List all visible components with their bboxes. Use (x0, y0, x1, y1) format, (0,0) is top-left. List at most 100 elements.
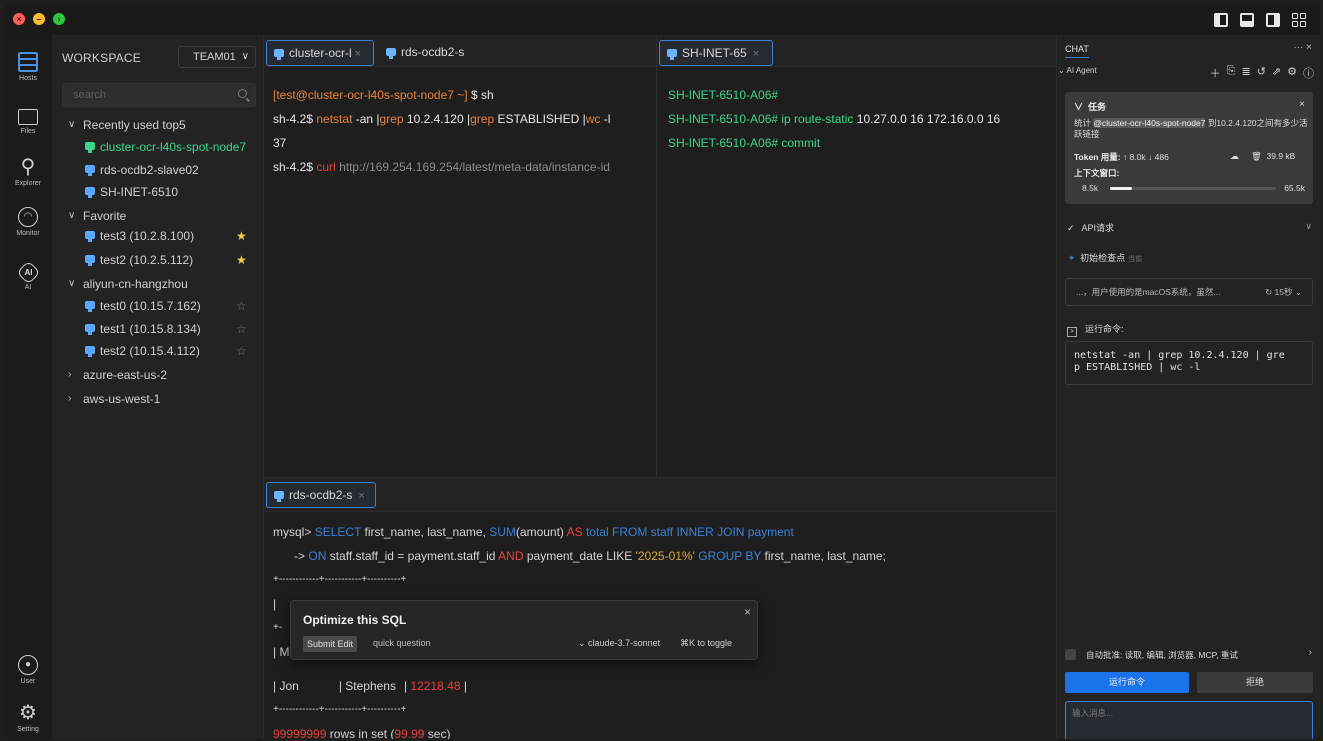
tree-item-host[interactable]: test3 (10.2.8.100) ★ (52, 225, 263, 247)
close-icon[interactable]: × (355, 490, 364, 502)
close-window-button[interactable]: × (13, 13, 25, 25)
terminal-line: 37 (273, 136, 287, 150)
tree-item-host[interactable]: test0 (10.15.7.162) ☆ (52, 295, 263, 317)
api-request-row[interactable]: ✓ API请求 (1067, 221, 1114, 234)
terminal-pane-2: SH-INET-65 × SH-INET-6510-A06# SH-INET-6… (657, 35, 1056, 477)
auto-approve-checkbox[interactable] (1065, 649, 1076, 660)
tree-item-host[interactable]: test1 (10.15.8.134) ☆ (52, 318, 263, 340)
star-filled-icon[interactable]: ★ (236, 249, 247, 271)
message-input[interactable] (1066, 702, 1306, 724)
export-icon[interactable]: ⇗ (1272, 65, 1281, 81)
activity-setting[interactable]: ⚙ Setting (4, 703, 52, 733)
terminal-line: SH-INET-6510-A06# commit (668, 136, 821, 150)
tree-group-recent[interactable]: ∨ Recently used top5 (52, 114, 263, 136)
folder-icon (18, 109, 38, 125)
star-empty-icon[interactable]: ☆ (236, 295, 247, 317)
message-box (1065, 701, 1313, 739)
chevron-down-icon[interactable]: ∨ (1305, 221, 1312, 232)
close-icon[interactable]: × (355, 48, 361, 60)
search-icon: ⚲ (20, 156, 36, 178)
help-icon[interactable]: ⓘ (1303, 65, 1314, 81)
chevron-down-icon: ∨ (68, 119, 76, 130)
tree-item-host[interactable]: rds-ocdb2-slave02 (52, 159, 263, 181)
submit-edit-button[interactable]: Submit Edit (303, 636, 358, 652)
terminal-icon: > (1067, 327, 1077, 337)
terminal-line: [test@cluster-ocr-l40s-spot-node7 ~] $ s… (273, 88, 494, 102)
terminal-pane-1: cluster-ocr-l × rds-ocdb2-s [test@cluster… (264, 35, 656, 477)
minimize-window-button[interactable]: – (33, 13, 45, 25)
copy-icon[interactable]: ⎘ (1227, 65, 1236, 81)
model-label: claude-3.7-sonnet (588, 638, 661, 648)
host-label: test3 (10.2.8.100) (100, 229, 195, 243)
star-filled-icon[interactable]: ★ (236, 225, 247, 247)
add-icon[interactable]: ＋ (1210, 65, 1221, 81)
host-label: test1 (10.15.8.134) (100, 322, 201, 336)
close-icon[interactable]: × (750, 48, 759, 60)
tab-label: cluster-ocr-l (289, 46, 352, 60)
tab-rds-ocdb2-bottom[interactable]: rds-ocdb2-s × (266, 482, 376, 508)
auto-approve[interactable]: 自动批准: 读取, 编辑, 浏览器, MCP, 重试 (1065, 649, 1238, 661)
host-icon (85, 142, 95, 153)
model-select[interactable]: ⌄ claude-3.7-sonnet (578, 638, 660, 649)
host-icon (386, 48, 396, 59)
tree-group-azure[interactable]: › azure-east-us-2 (52, 364, 263, 386)
activity-explorer[interactable]: ⚲ Explorer (4, 157, 52, 187)
layout-right-icon[interactable] (1266, 13, 1280, 27)
close-icon[interactable]: × (744, 605, 751, 619)
activity-hosts[interactable]: Hosts (4, 52, 52, 82)
more-icon[interactable]: ··· × (1293, 42, 1312, 53)
inline-ai-popup: Optimize this SQL × Submit Edit quick qu… (290, 600, 758, 660)
tree-group-aliyun[interactable]: ∨ aliyun-cn-hangzhou (52, 273, 263, 295)
activity-user[interactable]: ● User (4, 655, 52, 685)
layout-grid-icon[interactable] (1292, 13, 1306, 27)
agent-select[interactable]: ⌄ AI Agent (1058, 66, 1097, 75)
checkpoint-row[interactable]: ⌖ 初始检查点 当前 (1069, 251, 1142, 264)
tree-item-host[interactable]: cluster-ocr-l40s-spot-node7 (52, 136, 263, 158)
task-title[interactable]: ∨ 任务 (1074, 100, 1106, 113)
cloud-icon: ☁ (1230, 151, 1239, 161)
tree-item-host[interactable]: test2 (10.2.5.112) ★ (52, 249, 263, 271)
history-icon[interactable]: ↺ (1257, 65, 1266, 81)
tab-cluster-ocr[interactable]: cluster-ocr-l × (266, 40, 374, 66)
chevron-down-icon: ∨ (241, 51, 249, 62)
tree-group-aws[interactable]: › aws-us-west-1 (52, 388, 263, 410)
group-label: aliyun-cn-hangzhou (83, 277, 188, 291)
terminal-line: | Jon | Stephens | 12218.48 | (273, 679, 467, 693)
chat-title[interactable]: CHAT (1065, 44, 1089, 58)
chevron-right-icon: › (68, 369, 72, 380)
activity-ai[interactable]: AI AI (4, 260, 52, 291)
quick-question-button[interactable]: quick question (373, 638, 431, 648)
star-empty-icon[interactable]: ☆ (236, 340, 247, 362)
activity-files[interactable]: Files (4, 107, 52, 135)
tab-label: rds-ocdb2-s (401, 45, 465, 59)
user-icon: ● (18, 655, 38, 675)
tree-item-host[interactable]: SH-INET-6510 (52, 181, 263, 203)
list-icon[interactable]: ≣ (1241, 65, 1250, 81)
thinking-timer: ↻ 15秒 ⌄ (1265, 287, 1302, 297)
search-input[interactable] (63, 84, 223, 106)
activity-monitor[interactable]: ◠ Monitor (4, 207, 52, 237)
context-progress-fill (1110, 187, 1132, 190)
reject-button[interactable]: 拒绝 (1197, 672, 1313, 693)
star-empty-icon[interactable]: ☆ (236, 318, 247, 340)
tree-item-host[interactable]: test2 (10.15.4.112) ☆ (52, 340, 263, 362)
tab-rds-ocdb2[interactable]: rds-ocdb2-s (379, 40, 464, 66)
tab-label: SH-INET-65 (682, 46, 747, 60)
host-icon (274, 491, 284, 502)
zoom-window-button[interactable]: › (53, 13, 65, 25)
thinking-row[interactable]: ...，用户使用的是macOS系统，虽然... ↻ 15秒 ⌄ (1065, 278, 1313, 306)
group-label: Recently used top5 (83, 118, 186, 132)
context-label: 上下文窗口: (1074, 168, 1120, 178)
terminal-line: SH-INET-6510-A06# (668, 88, 779, 102)
layout-left-icon[interactable] (1214, 13, 1228, 27)
settings-icon[interactable]: ⚙ (1287, 65, 1297, 81)
chevron-right-icon[interactable]: › (1309, 647, 1312, 658)
layout-bottom-icon[interactable] (1240, 13, 1254, 27)
host-icon (85, 301, 95, 312)
activity-label: Monitor (16, 230, 40, 237)
close-icon[interactable]: × (1299, 99, 1305, 110)
tab-sh-inet[interactable]: SH-INET-65 × (659, 40, 773, 66)
tree-group-favorite[interactable]: ∨ Favorite (52, 205, 263, 227)
team-select[interactable]: TEAM01 ∨ (178, 46, 256, 68)
run-command-button[interactable]: 运行命令 (1065, 672, 1189, 693)
